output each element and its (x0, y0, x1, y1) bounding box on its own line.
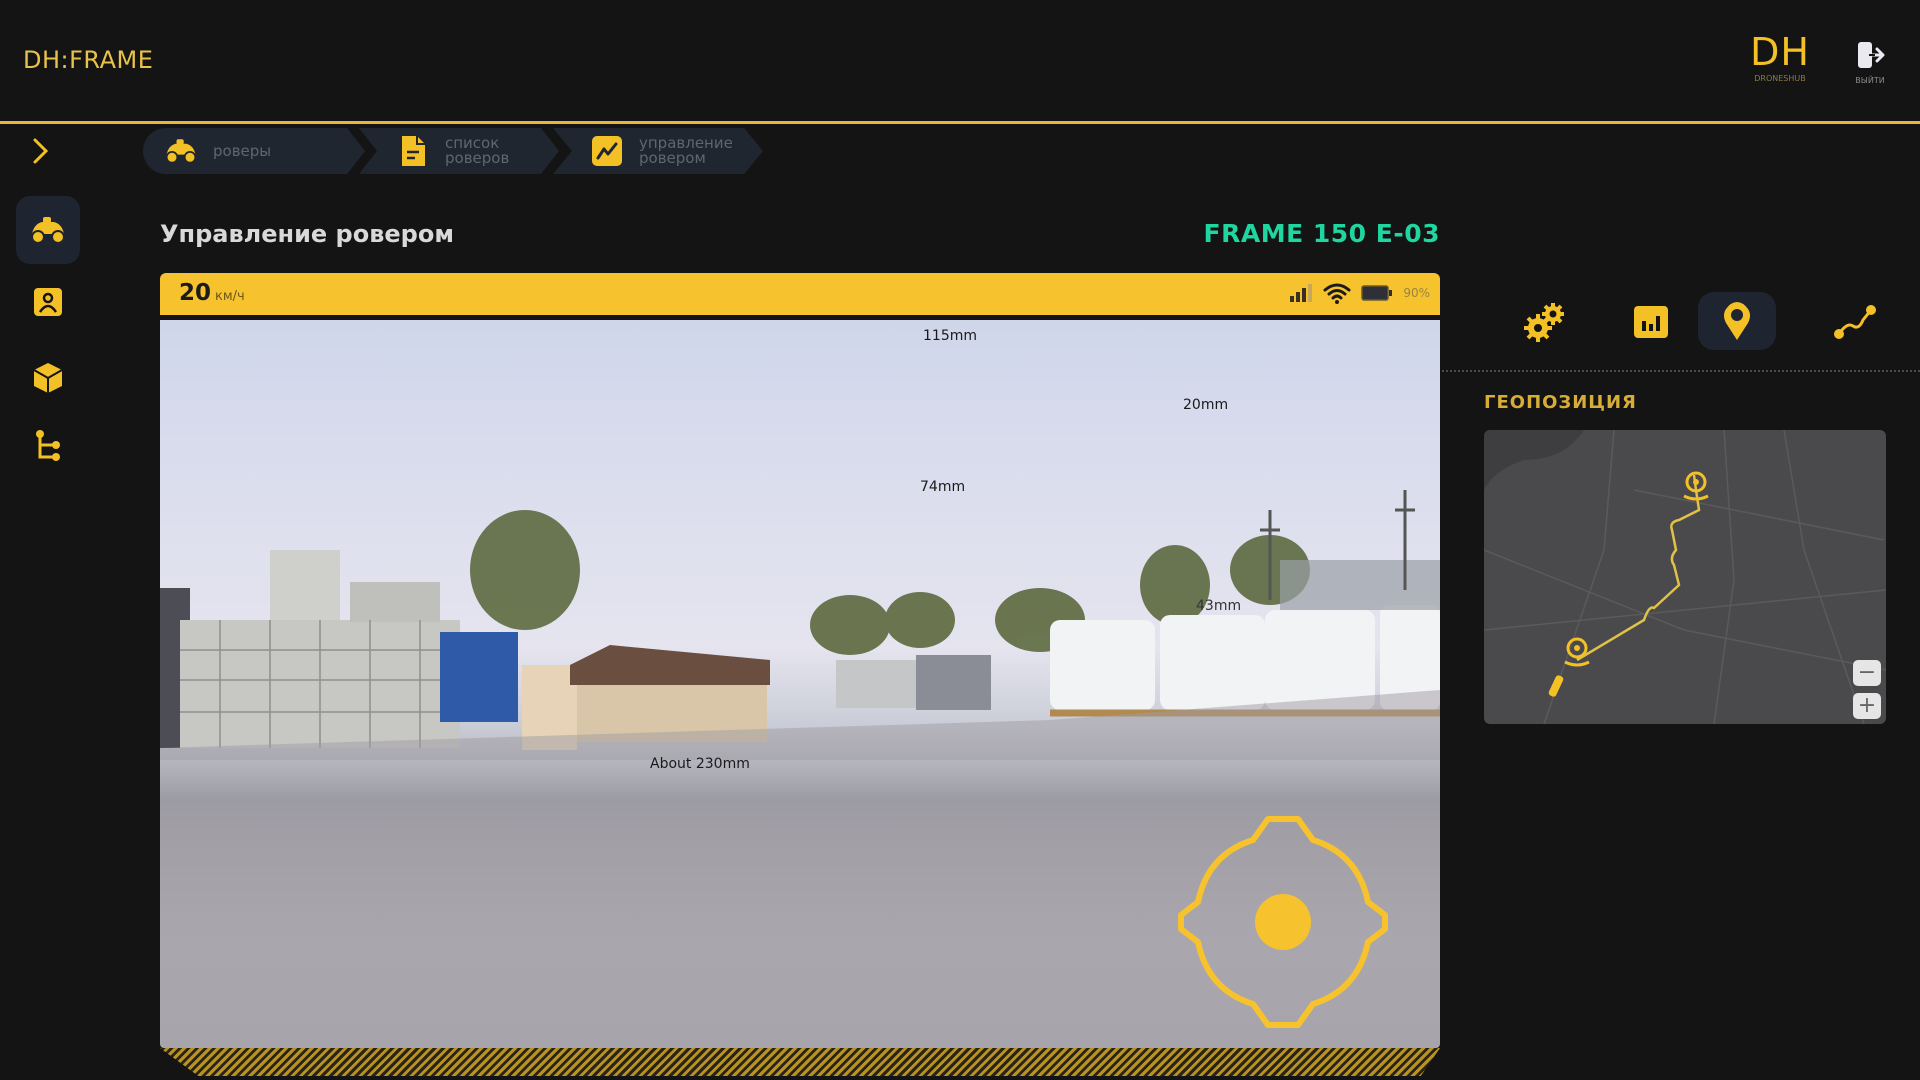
route-path (1576, 474, 1701, 662)
rover-name: FRAME 150 E-03 (1203, 219, 1440, 248)
annotation-label: 74mm (920, 479, 966, 495)
status-bar: 20 км/ч 90% (160, 273, 1440, 315)
right-panel-tabs (1460, 292, 1920, 362)
sidebar-item-objects[interactable] (16, 344, 80, 412)
header-divider (0, 121, 1920, 124)
block-stacks (160, 550, 460, 748)
end-pin (1564, 637, 1590, 667)
bar-chart-icon (1634, 306, 1668, 338)
annotation-label: About 230mm (650, 756, 750, 772)
speed-value: 20 (179, 280, 212, 306)
map-pin-icon (1724, 302, 1750, 340)
speed-readout: 20 км/ч (179, 280, 245, 306)
status-icons: 90% (1289, 282, 1430, 304)
zoom-out-button[interactable]: − (1853, 660, 1881, 686)
app-logo[interactable]: DH:FRAME (23, 46, 153, 74)
document-icon (395, 135, 431, 167)
trucks (836, 660, 916, 708)
breadcrumb-label: роверы (213, 141, 272, 160)
speed-unit: км/ч (215, 289, 245, 304)
signal-bars-icon (1290, 284, 1313, 302)
tab-location[interactable] (1698, 292, 1776, 350)
chevron-right-icon (33, 138, 49, 164)
breadcrumb-item-rover-list[interactable]: список роверов (359, 128, 559, 174)
sidebar-item-users[interactable] (16, 268, 80, 336)
hazard-stripe (160, 1048, 1440, 1076)
annotation-label: 43mm (1196, 598, 1242, 614)
tab-settings[interactable] (1507, 292, 1583, 352)
brand-logo: DH DRONESHUB (1745, 32, 1815, 83)
battery-percent: 90% (1403, 286, 1430, 300)
fence (1280, 560, 1440, 610)
page-title: Управление ровером (160, 220, 454, 248)
tab-stats[interactable] (1613, 292, 1689, 352)
camera-feed[interactable]: 115mm 20mm 74mm 43mm About 230mm (160, 320, 1440, 1048)
breadcrumb-item-rovers[interactable]: роверы (143, 128, 365, 174)
tab-route[interactable] (1817, 292, 1893, 352)
map-canvas (1484, 430, 1886, 724)
tree-icon (36, 430, 60, 461)
rover-marker (1548, 675, 1564, 697)
brand-subtitle: DRONESHUB (1754, 74, 1806, 83)
exit-button[interactable]: ВЫЙТИ (1848, 40, 1892, 85)
sidebar-item-structure[interactable] (16, 412, 80, 480)
logout-icon (1858, 42, 1885, 68)
header: DH:FRAME DH DRONESHUB ВЫЙТИ (0, 0, 1920, 121)
annotation-label: 20mm (1183, 397, 1229, 413)
sidebar-item-rovers[interactable] (16, 196, 80, 264)
sacks (1050, 605, 1440, 710)
map-view[interactable]: − + (1484, 430, 1886, 724)
section-title: ГЕОПОЗИЦИЯ (1484, 392, 1637, 413)
trend-icon (589, 135, 625, 167)
car-icon (31, 217, 65, 244)
blue-truck (440, 632, 518, 722)
zoom-in-button[interactable]: + (1853, 693, 1881, 719)
route-icon (1834, 305, 1876, 339)
brand-mark: DH (1750, 30, 1810, 74)
wifi-icon (1323, 283, 1351, 304)
car-icon (163, 135, 199, 167)
gears-icon (1524, 303, 1564, 342)
annotation-label: 115mm (923, 328, 977, 344)
joystick-icon (1178, 816, 1388, 1028)
breadcrumb-item-rover-control[interactable]: управление ровером (553, 128, 763, 174)
joystick[interactable] (1173, 812, 1393, 1032)
breadcrumb-label: управление ровером (639, 134, 733, 167)
cube-icon (33, 363, 63, 393)
exit-label: ВЫЙТИ (1855, 76, 1885, 85)
map-streets (1484, 430, 1886, 724)
sidebar-toggle[interactable] (30, 136, 52, 166)
breadcrumb: роверы список роверов управление ровером (143, 128, 763, 174)
breadcrumb-label: список роверов (445, 134, 510, 167)
user-badge-icon (34, 288, 62, 316)
battery-icon (1361, 285, 1393, 301)
panel-divider (1442, 370, 1920, 372)
